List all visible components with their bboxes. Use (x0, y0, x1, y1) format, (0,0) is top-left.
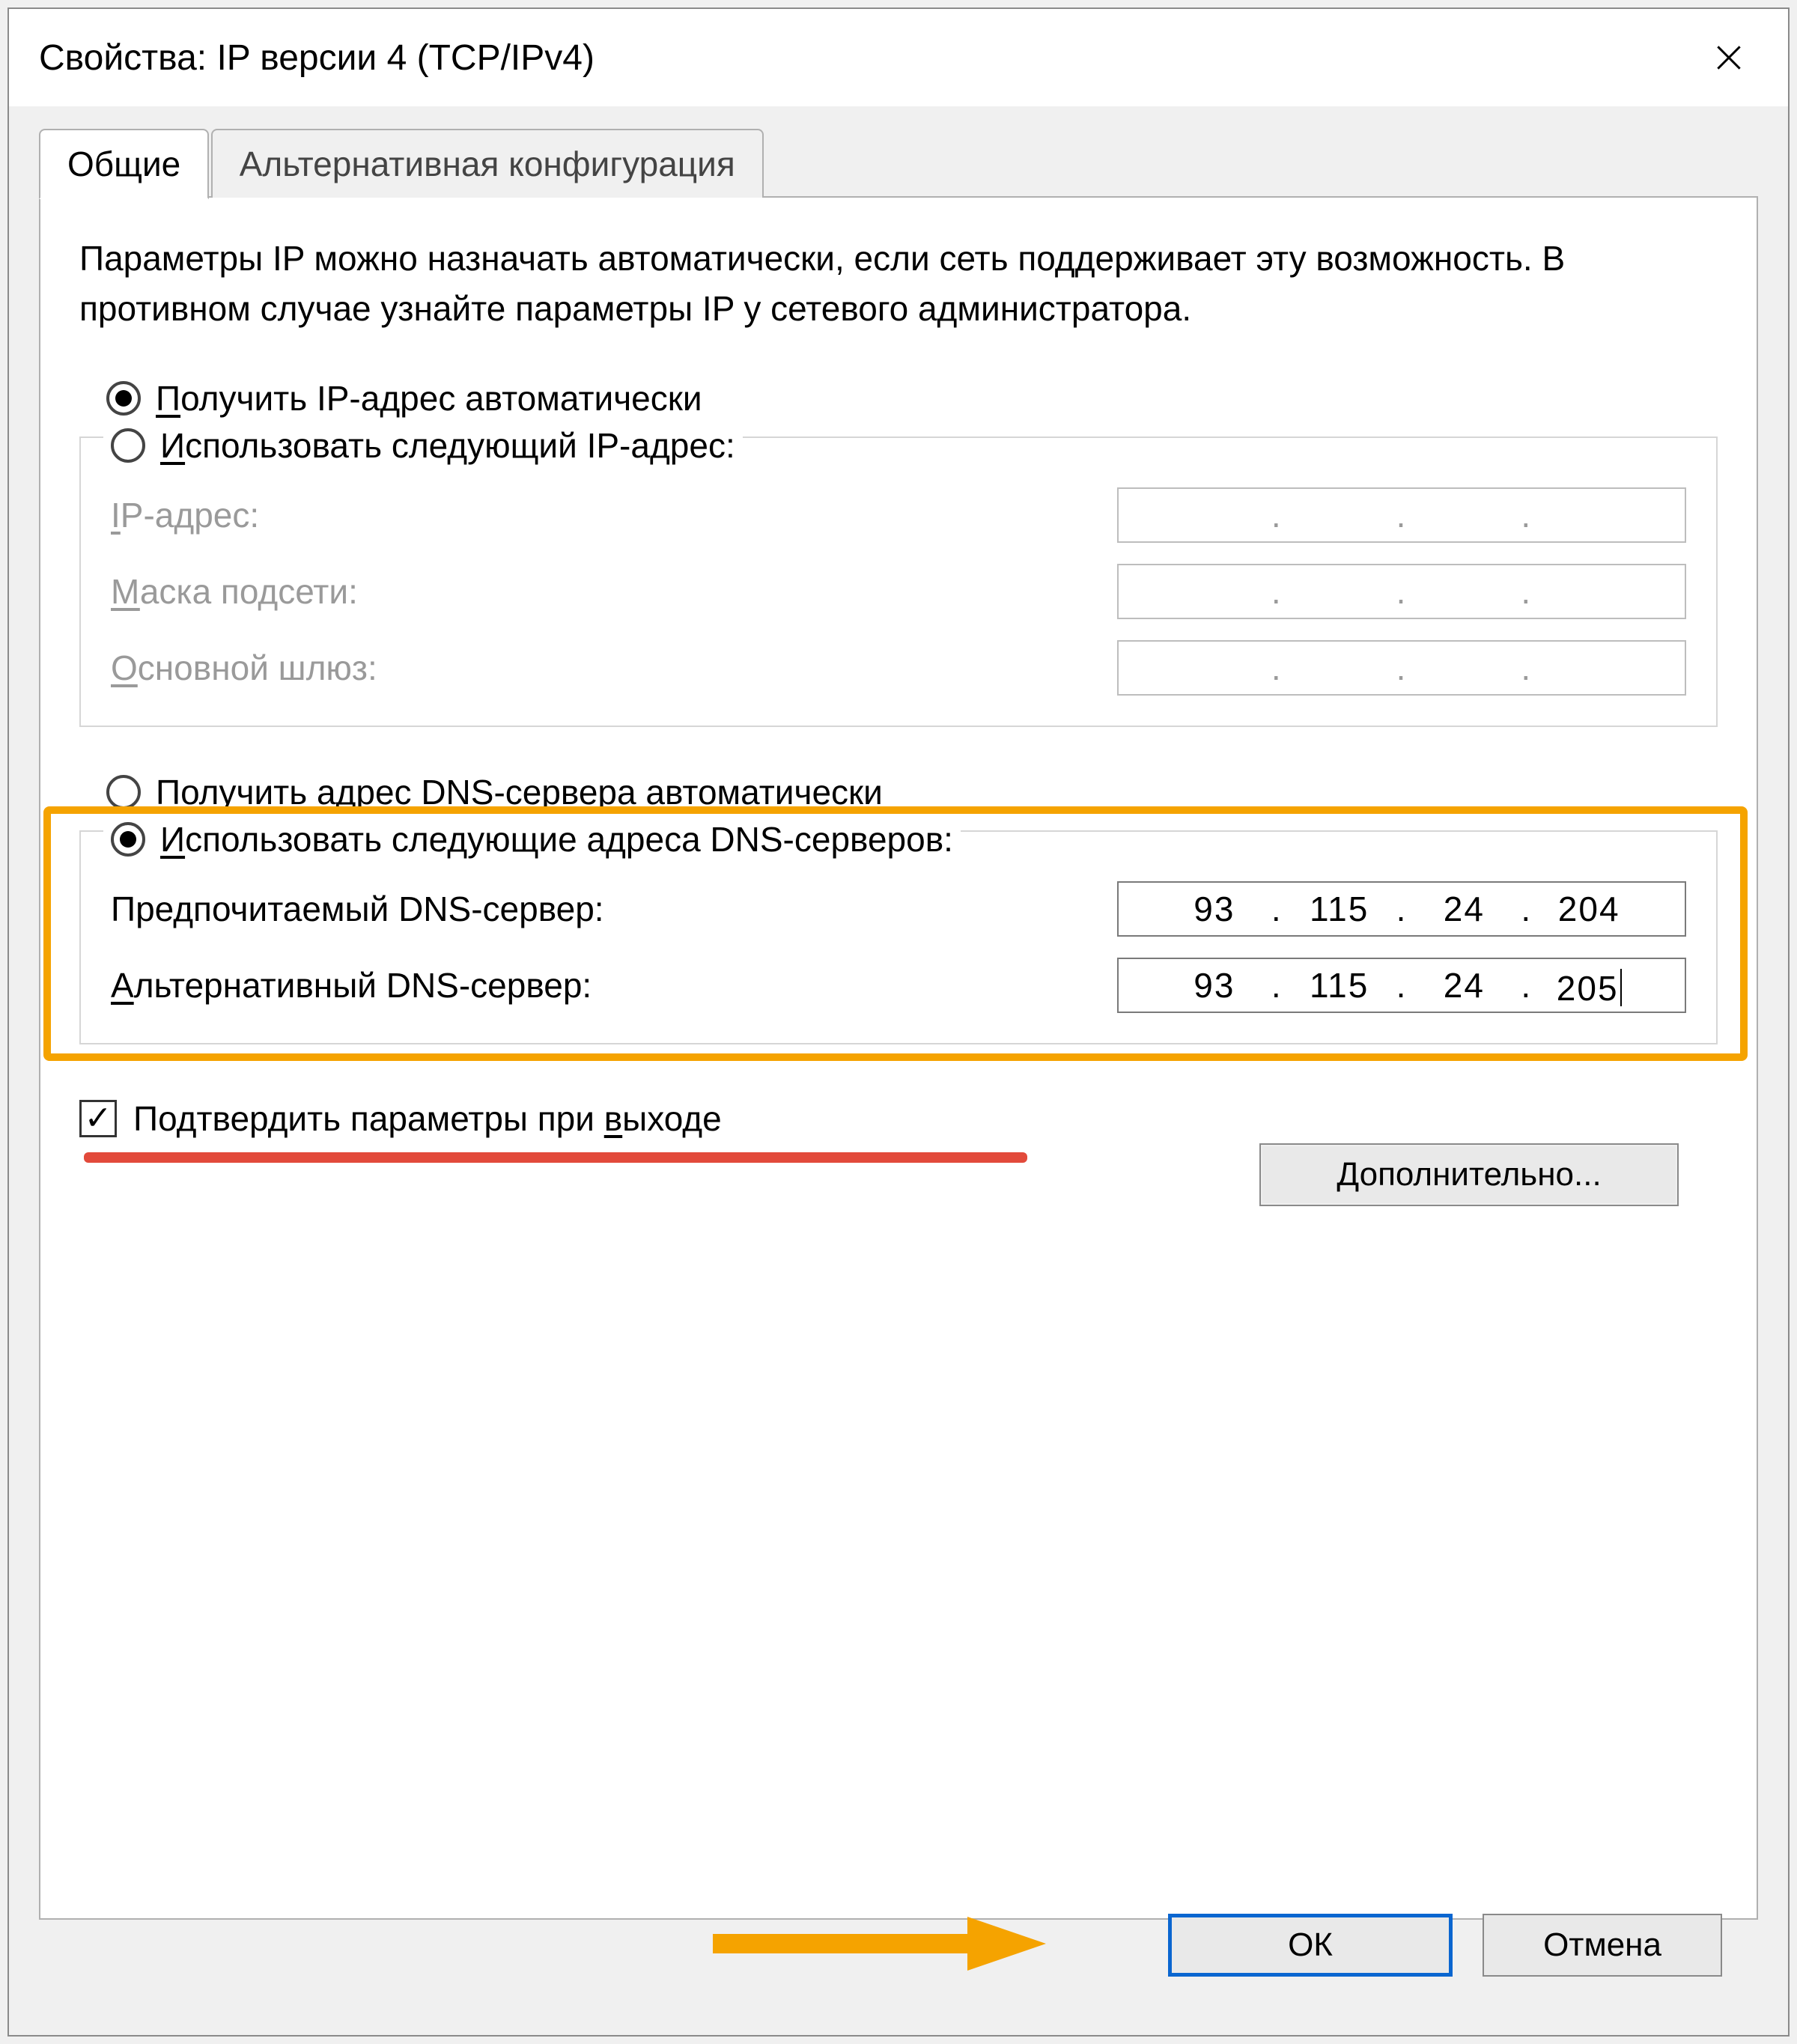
radio-icon (106, 775, 141, 809)
footer-buttons: ОК Отмена (1168, 1914, 1722, 1977)
ipv4-properties-dialog: Свойства: IP версии 4 (TCP/IPv4) Общие А… (7, 7, 1790, 2037)
cancel-button[interactable]: Отмена (1483, 1914, 1722, 1977)
radio-ip-manual[interactable]: Использовать следующий IP-адрес: (103, 423, 743, 468)
annotation-underline (84, 1152, 1027, 1163)
input-ip-address: . . . (1117, 487, 1686, 543)
label-dns-alternate: Альтернативный DNS-сервер: (111, 965, 592, 1006)
radio-icon (106, 381, 141, 416)
row-gateway: Основной шлюз: . . . (111, 640, 1686, 696)
radio-ip-auto[interactable]: Получить IP-адрес автоматически (106, 378, 702, 419)
input-dns-alternate[interactable]: 93. 115. 24. 205 (1117, 958, 1686, 1013)
checkmark-icon: ✓ (79, 1100, 117, 1137)
tab-panel-general: Параметры IP можно назначать автоматичес… (39, 198, 1758, 1920)
window-title: Свойства: IP версии 4 (TCP/IPv4) (39, 37, 595, 79)
label-dns-preferred: Предпочитаемый DNS-сервер: (111, 889, 604, 929)
tab-general[interactable]: Общие (39, 129, 209, 199)
tab-alternate[interactable]: Альтернативная конфигурация (211, 129, 764, 198)
radio-ip-manual-label: Использовать следующий IP-адрес: (160, 425, 735, 466)
row-dns-alternate: Альтернативный DNS-сервер: 93. 115. 24. … (111, 958, 1686, 1013)
input-gateway: . . . (1117, 640, 1686, 696)
radio-dns-auto-label: Получить адрес DNS-сервера автоматически (156, 772, 883, 812)
input-subnet-mask: . . . (1117, 564, 1686, 619)
input-dns-preferred[interactable]: 93. 115. 24. 204 (1117, 881, 1686, 937)
dns-group: Использовать следующие адреса DNS-сервер… (79, 830, 1718, 1044)
close-icon (1712, 41, 1745, 74)
label-gateway: Основной шлюз: (111, 648, 377, 688)
row-subnet-mask: Маска подсети: . . . (111, 564, 1686, 619)
row-ip-address: IP-адрес: . . . (111, 487, 1686, 543)
ip-group: Использовать следующий IP-адрес: IP-адре… (79, 437, 1718, 727)
checkbox-validate-on-exit[interactable]: ✓ Подтвердить параметры при выходе (79, 1098, 1718, 1139)
annotation-arrow-icon (705, 1911, 1050, 1977)
titlebar: Свойства: IP версии 4 (TCP/IPv4) (9, 9, 1788, 106)
label-subnet-mask: Маска подсети: (111, 571, 358, 612)
close-button[interactable] (1688, 16, 1770, 99)
row-dns-preferred: Предпочитаемый DNS-сервер: 93. 115. 24. … (111, 881, 1686, 937)
text-caret (1620, 969, 1622, 1006)
tab-row: Общие Альтернативная конфигурация (39, 129, 1758, 198)
radio-dns-manual-label: Использовать следующие адреса DNS-сервер… (160, 819, 953, 860)
radio-dns-manual[interactable]: Использовать следующие адреса DNS-сервер… (103, 817, 961, 862)
advanced-button[interactable]: Дополнительно... (1259, 1143, 1679, 1206)
dialog-body: Общие Альтернативная конфигурация Параме… (39, 129, 1758, 2013)
radio-icon (111, 822, 145, 857)
radio-icon (111, 428, 145, 463)
radio-ip-auto-label: Получить IP-адрес автоматически (156, 378, 702, 419)
ok-button[interactable]: ОК (1168, 1914, 1453, 1977)
label-ip-address: IP-адрес: (111, 495, 259, 535)
description-text: Параметры IP можно назначать автоматичес… (79, 234, 1718, 333)
radio-dns-auto[interactable]: Получить адрес DNS-сервера автоматически (106, 772, 883, 812)
checkbox-validate-label: Подтвердить параметры при выходе (133, 1098, 722, 1139)
